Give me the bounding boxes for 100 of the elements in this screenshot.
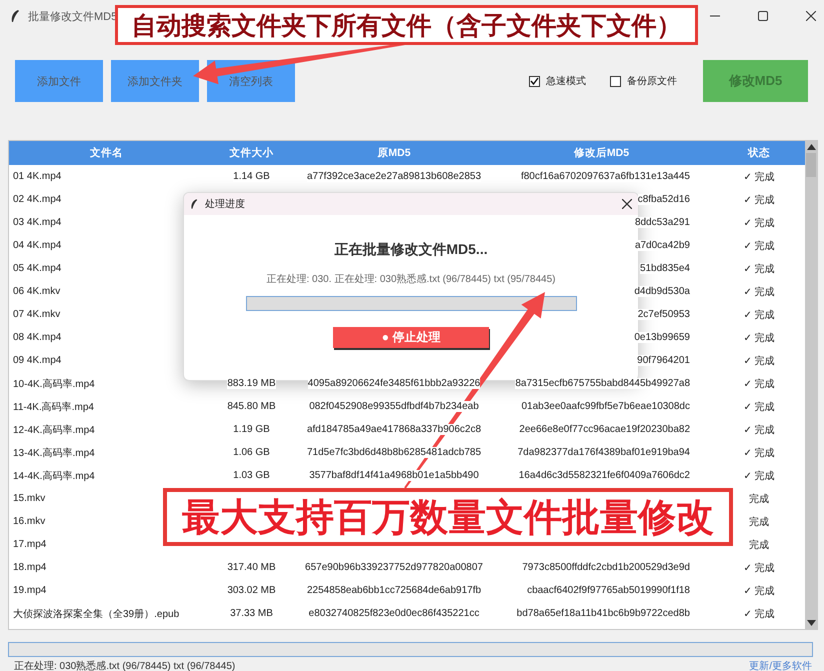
column-header[interactable]: 原MD5	[299, 146, 489, 160]
table-cell: 3577baf8df14f41a4968b01e1a5bb490	[309, 470, 479, 481]
table-cell: 03 4K.mp4	[13, 217, 62, 228]
table-cell: 082f0452908e99355dfbdf4b7b234eab	[309, 401, 479, 412]
table-cell: 06 4K.mkv	[13, 286, 60, 297]
feather-icon	[10, 9, 20, 23]
table-cell: ✓ 完成	[744, 240, 774, 252]
table-cell: ✓ 完成	[744, 218, 774, 228]
status-text: 正在处理: 030熟悉感.txt (96/78445) txt (96/78445)	[14, 660, 236, 671]
table-cell: 0e13b99659	[634, 332, 690, 343]
table-cell: ✓ 完成	[744, 470, 774, 482]
scroll-up-icon[interactable]	[806, 144, 816, 150]
toolbar-button[interactable]: 添加文件	[15, 60, 103, 102]
table-cell: 90f7964201	[637, 355, 690, 366]
dialog-heading: 正在批量修改文件MD5...	[334, 241, 488, 259]
table-cell: 05 4K.mp4	[13, 263, 62, 274]
table-cell: 845.80 MB	[227, 401, 276, 412]
close-icon[interactable]	[806, 11, 816, 21]
table-cell: 18.mp4	[13, 562, 46, 573]
checkbox-label: 急速模式	[546, 74, 586, 88]
scroll-down-icon[interactable]	[806, 620, 816, 626]
table-cell: ✓ 完成	[744, 586, 774, 596]
close-icon[interactable]	[622, 199, 632, 209]
scroll-thumb[interactable]	[806, 153, 816, 177]
table-cell: 13-4K.高码率.mp4	[13, 448, 95, 458]
column-header[interactable]: 修改后MD5	[489, 146, 714, 160]
table-cell: 8ddc53a291	[634, 217, 690, 228]
table-cell: ✓ 完成	[744, 310, 774, 320]
table-cell: 09 4K.mp4	[13, 355, 62, 366]
table-cell: ✓ 完成	[744, 424, 774, 436]
checkbox-label: 备份原文件	[627, 74, 677, 88]
table-cell: 19.mp4	[13, 585, 46, 596]
callout-banner: 最大支持百万数量文件批量修改	[163, 488, 733, 546]
table-cell: 16a4d6c3d5582321fe6f0409a7606dc2	[518, 470, 690, 481]
table-cell: 01ab3ee0aafc99fbf5e7b6eae10308dc	[522, 401, 690, 412]
progress-detail: 正在处理: 030. 正在处理: 030熟悉感.txt (96/78445) txt (95/78445)	[266, 272, 556, 286]
table-cell: 14-4K.高码率.mp4	[13, 470, 95, 482]
table-cell: 7da982377da176f4389baf01e919ba94	[518, 447, 690, 458]
table-cell: d4db9d530a	[634, 286, 690, 297]
table-cell: 02 4K.mp4	[13, 194, 62, 205]
table-cell: 15.mkv	[13, 493, 46, 504]
table-cell: 11-4K.高码率.mp4	[13, 402, 94, 412]
table-cell: a77f392ce3ace2e27a89813b608e2853	[306, 171, 482, 182]
table-cell: e8032740825f823e0d0ec86f435221cc	[308, 608, 480, 619]
table-cell: afd184785a49ae417868a337b906c2c8	[306, 424, 482, 435]
table-cell: 2c7ef50953	[638, 309, 690, 320]
checkbox[interactable]	[529, 76, 540, 86]
table-cell: 317.40 MB	[227, 562, 276, 573]
table-cell: 657e90b96b339237752d977820a00807	[305, 562, 483, 573]
stop-button[interactable]: ● 停止处理	[333, 327, 489, 348]
table-cell: 1.03 GB	[233, 470, 270, 481]
table-cell: 完成	[749, 540, 769, 550]
table-cell: 16.mkv	[13, 516, 46, 527]
table-cell: 08 4K.mp4	[13, 332, 62, 343]
table-cell: 71d5e7fc3bd6d48b8b6285481adcb785	[306, 447, 482, 458]
table-cell: 1.14 GB	[233, 171, 270, 182]
table-cell: 37.33 MB	[230, 608, 273, 619]
table-cell: 17.mp4	[13, 539, 46, 550]
checkbox[interactable]	[610, 76, 621, 86]
table-cell: ✓ 完成	[744, 286, 774, 298]
table-cell: ✓ 完成	[744, 608, 774, 620]
table-cell: ✓ 完成	[744, 194, 774, 206]
table-cell: ✓ 完成	[744, 402, 774, 412]
table-cell: 01 4K.mp4	[13, 171, 62, 182]
column-header[interactable]: 文件名	[9, 146, 204, 160]
feather-icon	[190, 198, 198, 210]
table-cell: bd78a65ef18a11b41bc6b9b9722ced8b	[516, 608, 690, 619]
table-cell: 303.02 MB	[227, 585, 276, 596]
scrollbar[interactable]	[805, 141, 817, 629]
callout-banner: 自动搜索文件夹下所有文件（含子文件夹下文件）	[115, 5, 698, 45]
table-cell: 4095a89206624fe3485f61bbb2a93226	[308, 378, 480, 389]
table-cell: ✓ 完成	[744, 562, 774, 574]
toolbar-button[interactable]: 添加文件夹	[111, 60, 199, 102]
table-cell: 7973c8500ffddfc2cbd1b200529d3e9d	[522, 562, 690, 573]
table-cell: 12-4K.高码率.mp4	[13, 424, 95, 436]
table-cell: 04 4K.mp4	[13, 240, 62, 251]
table-cell: 51bd835e4	[640, 263, 690, 274]
table-cell: 大侦探波洛探案全集（全39册）.epub	[13, 608, 180, 620]
table-cell: 07 4K.mkv	[13, 309, 60, 320]
table-cell: ✓ 完成	[744, 264, 774, 274]
table-cell: ✓ 完成	[744, 332, 774, 344]
modify-md5-button[interactable]: 修改MD5	[703, 60, 808, 102]
maximize-icon[interactable]	[758, 11, 768, 21]
table-cell: 2254858eab6bb1cc725684de6ab917fb	[306, 585, 482, 596]
table-cell: 883.19 MB	[227, 378, 276, 389]
table-cell: 1.19 GB	[233, 424, 270, 435]
table-cell: a7d0ca42b9	[634, 240, 690, 251]
table-cell: 8a7315ecfb675755babd8445b49927a8	[515, 378, 690, 389]
column-header[interactable]: 状态	[714, 146, 804, 160]
table-cell: ✓ 完成	[744, 172, 774, 182]
table-cell: ✓ 完成	[744, 448, 774, 458]
update-link[interactable]: 更新/更多软件	[749, 659, 812, 671]
table-cell: ✓ 完成	[744, 356, 774, 366]
table-cell: ✓ 完成	[744, 378, 774, 390]
table-cell: cbaacf6402f9f97765ab5019990f1f18	[527, 585, 690, 596]
table-cell: 完成	[749, 516, 769, 528]
table-cell: 1.06 GB	[233, 447, 270, 458]
dialog-title: 处理进度	[205, 198, 245, 211]
table-cell: c8fba52d16	[638, 194, 690, 205]
column-header[interactable]: 文件大小	[204, 146, 299, 160]
